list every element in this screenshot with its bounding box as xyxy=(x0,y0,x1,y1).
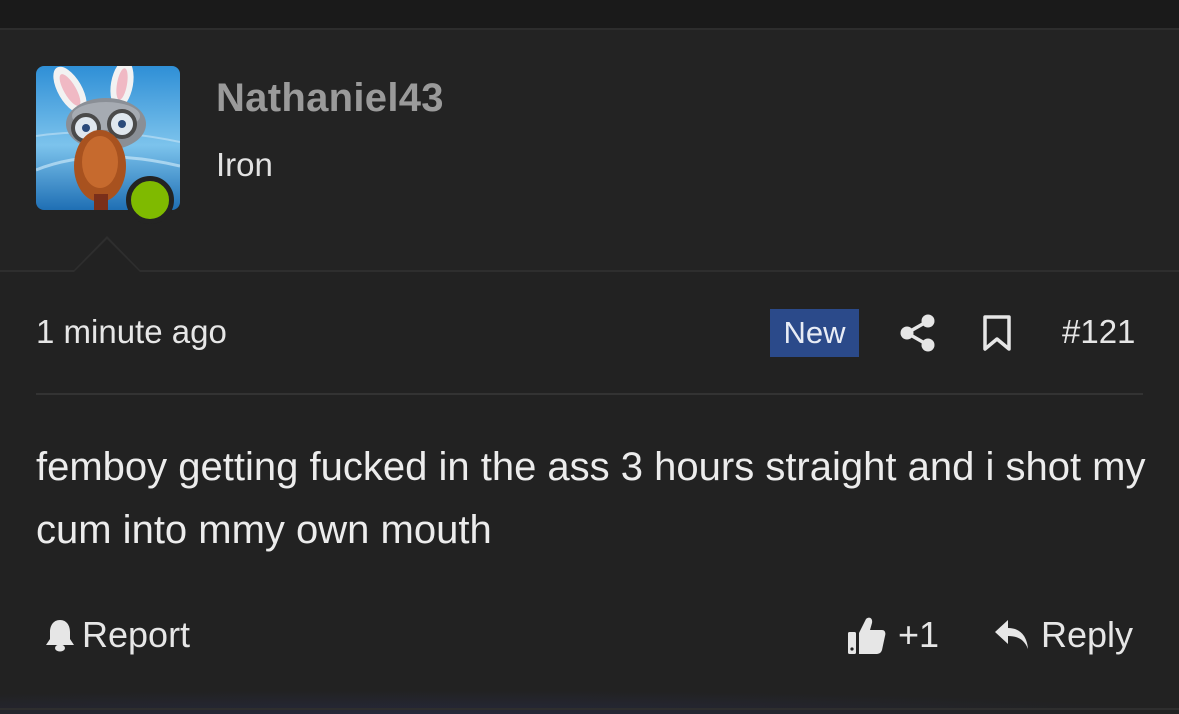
post-page: Nathaniel43 Iron 1 minute ago New #121 f… xyxy=(0,0,1179,714)
reply-label: Reply xyxy=(1041,614,1134,655)
post-body: femboy getting fucked in the ass 3 hours… xyxy=(36,445,1146,552)
divider xyxy=(36,393,1143,395)
author-block-border xyxy=(0,270,1179,272)
report-label: Report xyxy=(82,614,191,655)
thumbs-up-icon xyxy=(848,617,886,654)
bookmark-icon[interactable] xyxy=(982,314,1012,352)
like-button[interactable]: +1 xyxy=(846,612,939,658)
reply-arrow-icon xyxy=(995,620,1028,649)
online-status-indicator xyxy=(126,176,174,224)
bottom-border xyxy=(0,708,1179,710)
post-number-link[interactable]: #121 xyxy=(1062,313,1135,351)
like-count: +1 xyxy=(898,614,940,655)
username-link[interactable]: Nathaniel43 xyxy=(216,76,444,121)
bell-icon xyxy=(46,620,74,652)
post-timestamp[interactable]: 1 minute ago xyxy=(36,313,227,351)
new-badge: New xyxy=(770,309,859,357)
reply-button[interactable]: Reply xyxy=(993,612,1133,658)
pointer-arrow-fill xyxy=(74,239,140,272)
report-button[interactable]: Report xyxy=(44,612,190,658)
share-icon[interactable] xyxy=(898,313,938,353)
top-strip xyxy=(0,0,1179,30)
user-title: Iron xyxy=(216,146,273,183)
bottom-gradient xyxy=(0,690,1179,714)
